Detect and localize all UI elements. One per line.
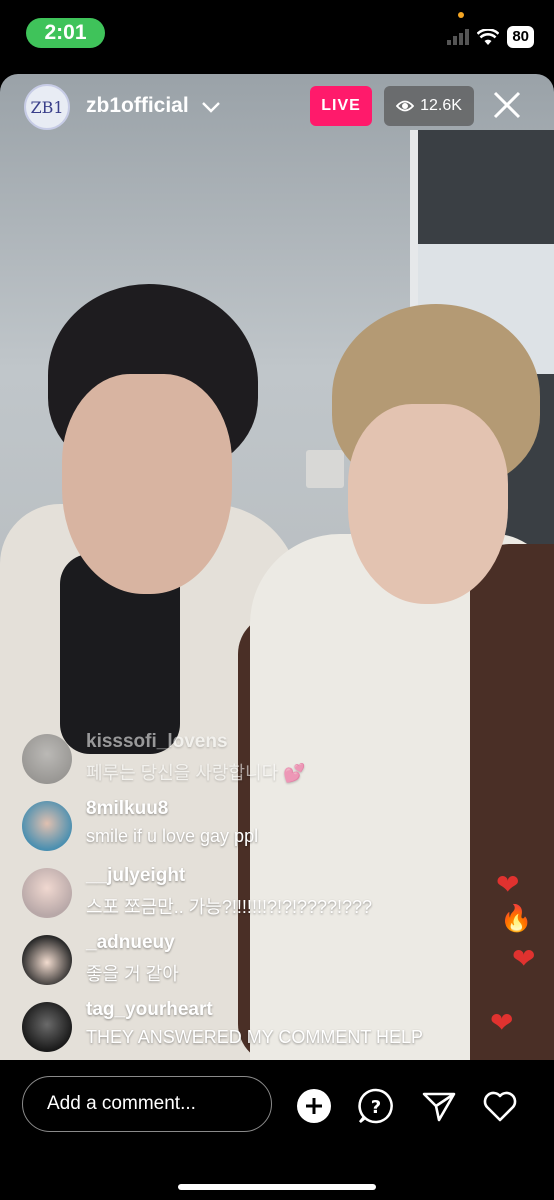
viewer-count[interactable]: 12.6K xyxy=(384,86,474,126)
svg-text:?: ? xyxy=(371,1097,381,1118)
commenter-username[interactable]: kisssofi_lovens xyxy=(86,731,228,753)
comment-item[interactable]: _adnueuy 좋을 거 같아 xyxy=(22,929,522,996)
commenter-username[interactable]: tag_yourheart xyxy=(86,999,213,1021)
commenter-username[interactable]: _adnueuy xyxy=(86,932,175,954)
commenter-avatar[interactable] xyxy=(22,935,72,985)
comment-text: THEY ANSWERED MY COMMENT HELP xyxy=(86,1027,424,1047)
question-icon[interactable]: ? xyxy=(358,1088,394,1124)
comment-item[interactable]: 8milkuu8 smile if u love gay ppl xyxy=(22,795,522,862)
comment-item[interactable]: __julyeight 스포 쪼금만.. 가능?!!!!!!!?!?!????!… xyxy=(22,862,522,929)
person-left-face xyxy=(62,374,232,594)
add-icon[interactable] xyxy=(296,1088,332,1124)
live-header: ZB1 zb1official LIVE 12.6K xyxy=(0,84,554,134)
commenter-avatar[interactable] xyxy=(22,1002,72,1052)
account-avatar[interactable]: ZB1 xyxy=(24,84,70,130)
commenter-avatar[interactable] xyxy=(22,801,72,851)
comment-item[interactable]: kisssofi_lovens 페루는 당신을 사랑합니다 💕 xyxy=(22,728,522,795)
share-icon[interactable] xyxy=(421,1088,457,1124)
status-time[interactable]: 2:01 xyxy=(26,18,105,48)
status-bar: 2:01 80 xyxy=(0,0,554,70)
wall-panel xyxy=(306,450,344,488)
commenter-avatar[interactable] xyxy=(22,868,72,918)
comment-item[interactable]: tag_yourheart THEY ANSWERED MY COMMENT H… xyxy=(22,996,522,1063)
bottom-bar: Add a comment... ? xyxy=(0,1060,554,1200)
wifi-icon xyxy=(477,28,500,45)
account-name[interactable]: zb1official xyxy=(86,94,189,118)
heart-icon[interactable] xyxy=(482,1088,518,1124)
commenter-username[interactable]: __julyeight xyxy=(86,865,185,887)
commenter-username[interactable]: 8milkuu8 xyxy=(86,798,168,820)
fire-reaction-icon: 🔥 xyxy=(500,903,533,933)
comment-text: smile if u love gay ppl xyxy=(86,826,259,846)
home-indicator[interactable] xyxy=(178,1184,376,1190)
privacy-indicator-dot xyxy=(458,12,464,18)
cellular-signal-icon xyxy=(447,29,470,45)
comment-text: 좋을 거 같아 xyxy=(86,964,179,984)
heart-reaction-icon: ❤ xyxy=(512,943,536,974)
comment-input[interactable]: Add a comment... xyxy=(22,1076,272,1132)
viewer-count-label: 12.6K xyxy=(420,97,462,114)
heart-reaction-icon: ❤ xyxy=(496,869,520,900)
comments-list: kisssofi_lovens 페루는 당신을 사랑합니다 💕 8milkuu8… xyxy=(22,728,522,1063)
live-badge: LIVE xyxy=(310,86,372,126)
comment-text: 페루는 당신을 사랑합니다 💕 xyxy=(86,763,306,783)
battery-indicator: 80 xyxy=(507,26,534,48)
person-right-face xyxy=(348,404,508,604)
close-icon[interactable] xyxy=(490,88,524,122)
heart-reaction-icon: ❤ xyxy=(490,1007,514,1038)
status-icons: 80 xyxy=(447,26,534,48)
commenter-avatar[interactable] xyxy=(22,734,72,784)
eye-icon xyxy=(396,100,415,112)
comment-text: 스포 쪼금만.. 가능?!!!!!!!?!?!????!??? xyxy=(86,897,373,917)
chevron-down-icon[interactable] xyxy=(200,96,222,118)
